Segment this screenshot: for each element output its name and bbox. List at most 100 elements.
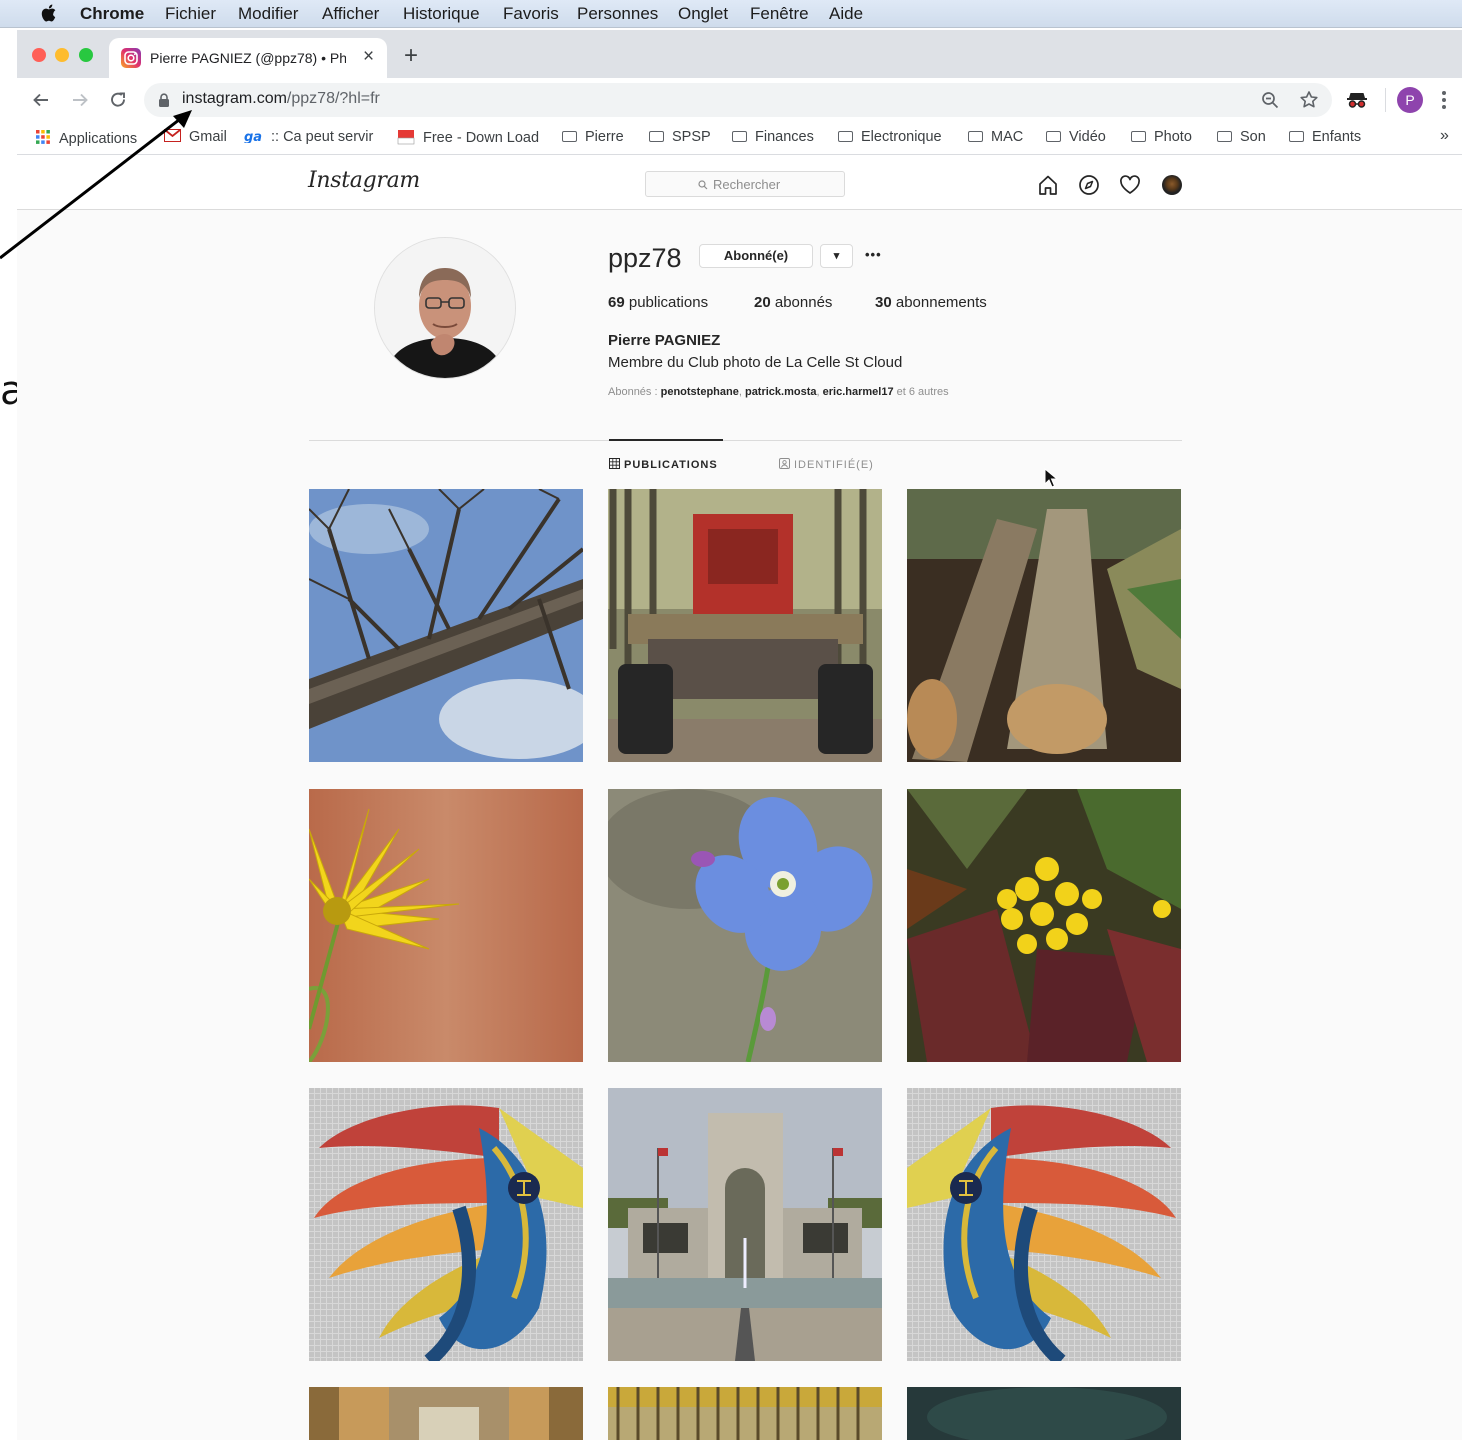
bookmarks-overflow-icon[interactable]: » [1440,127,1449,145]
followed-by-prefix: Abonnés : [608,386,658,398]
bookmark-label: Enfants [1312,129,1362,145]
bookmark-folder-spsp[interactable]: SPSP [649,129,711,145]
followed-by-user-link[interactable]: patrick.mosta [745,386,817,398]
folder-icon [732,131,747,142]
bookmark-folder-son[interactable]: Son [1217,129,1266,145]
post-image [309,789,583,1062]
menu-modifier[interactable]: Modifier [238,4,298,24]
folder-icon [1131,131,1146,142]
menu-personnes[interactable]: Personnes [577,4,658,24]
profile-full-name: Pierre PAGNIEZ [608,332,721,349]
profile-username: ppz78 [608,243,682,273]
user-avatar-icon[interactable] [1162,175,1182,195]
tab-tagged[interactable]: IDENTIFIÉ(E) [779,458,874,471]
chrome-menu-icon[interactable] [1441,90,1447,110]
zoom-icon[interactable] [1261,91,1279,109]
post-image [907,1088,1181,1361]
post-mosaic-headdress-left[interactable] [309,1088,583,1361]
post-blue-flower[interactable] [608,789,882,1062]
followers-count-value: 20 [754,294,771,311]
bookmark-folder-photo[interactable]: Photo [1131,129,1192,145]
tab-instagram-profile[interactable]: Pierre PAGNIEZ (@ppz78) • Ph × [109,38,387,78]
tagged-person-icon [779,458,790,469]
following-count[interactable]: 30 abonnements [875,294,987,311]
folder-icon [1046,131,1061,142]
post-memorial-arch[interactable] [608,1088,882,1361]
post-dark-forest[interactable] [907,1387,1181,1440]
posts-count[interactable]: 69 publications [608,294,708,311]
following-button[interactable]: Abonné(e) [699,244,813,268]
followed-by-user-link[interactable]: eric.harmel17 [823,386,894,398]
more-options-icon[interactable]: ••• [865,247,882,262]
new-tab-icon[interactable]: + [404,44,418,68]
search-input[interactable]: Rechercher [645,171,845,197]
bookmark-ca-peut-servir[interactable]: ga :: Ca peut servir [244,129,373,145]
menu-favoris[interactable]: Favoris [503,4,559,24]
post-image [309,1088,583,1361]
explore-compass-icon[interactable] [1078,174,1100,196]
followers-count-label: abonnés [774,294,833,311]
followers-count[interactable]: 20 abonnés [754,294,832,311]
bookmark-folder-electronique[interactable]: Electronique [838,129,942,145]
menu-aide[interactable]: Aide [829,4,863,24]
bookmark-label: MAC [991,129,1024,145]
profile-picture[interactable] [374,237,516,379]
post-image [309,1387,583,1440]
posts-count-value: 69 [608,294,625,311]
menu-onglet[interactable]: Onglet [678,4,728,24]
post-image [608,1088,882,1361]
heart-activity-icon[interactable] [1119,175,1141,195]
folder-icon [649,131,664,142]
post-interior-hall[interactable] [309,1387,583,1440]
bookmark-label: Photo [1154,129,1192,145]
post-yellow-flower[interactable] [309,789,583,1062]
home-icon[interactable] [1037,174,1059,196]
post-golden-gate[interactable] [608,1387,882,1440]
bookmark-label: SPSP [672,129,711,145]
folder-icon [1289,131,1304,142]
post-mosaic-headdress-right[interactable] [907,1088,1181,1361]
post-image [608,1387,882,1440]
url-path: /ppz78/?hl=fr [286,90,380,107]
post-tree-branches[interactable] [309,489,583,762]
post-image [608,489,882,762]
bookmark-folder-video[interactable]: Vidéo [1046,129,1106,145]
followed-by-suffix[interactable]: et 6 autres [897,386,949,398]
menu-historique[interactable]: Historique [403,4,480,24]
profile-avatar-button[interactable]: P [1397,87,1423,113]
menu-fichier[interactable]: Fichier [165,4,216,24]
close-window-icon[interactable] [32,48,46,62]
browser-window: Pierre PAGNIEZ (@ppz78) • Ph × + instagr… [17,30,1462,1440]
bookmark-star-icon[interactable] [1299,90,1319,110]
free-favicon-icon [397,130,415,145]
post-cut-logs[interactable] [907,489,1181,762]
bookmark-label: Free - Down Load [423,130,540,146]
tab-close-icon[interactable]: × [363,46,374,68]
tab-publications[interactable]: PUBLICATIONS [609,458,718,471]
apple-logo-icon[interactable] [40,3,58,23]
post-image [309,489,583,762]
following-count-value: 30 [875,294,892,311]
bookmark-label: :: Ca peut servir [271,129,374,145]
profile-portrait-image [375,238,515,378]
post-mahonia-flower[interactable] [907,789,1181,1062]
instagram-logo[interactable]: Instagram [308,168,420,193]
bookmark-folder-finances[interactable]: Finances [732,129,814,145]
folder-icon [838,131,853,142]
followed-by-user-link[interactable]: penotstephane [661,386,739,398]
incognito-extension-icon[interactable] [1346,92,1368,108]
bookmark-folder-pierre[interactable]: Pierre [562,129,624,145]
menu-afficher[interactable]: Afficher [322,4,379,24]
bookmark-folder-enfants[interactable]: Enfants [1289,129,1361,145]
tab-strip: Pierre PAGNIEZ (@ppz78) • Ph × + [17,30,1462,78]
bookmark-free-download[interactable]: Free - Down Load [397,129,539,146]
address-bar[interactable]: instagram.com/ppz78/?hl=fr [144,83,1332,117]
folder-icon [1217,131,1232,142]
menu-app-name[interactable]: Chrome [80,4,144,24]
bookmark-folder-mac[interactable]: MAC [968,129,1023,145]
post-red-tractor[interactable] [608,489,882,762]
maximize-window-icon[interactable] [79,48,93,62]
minimize-window-icon[interactable] [55,48,69,62]
suggestions-dropdown-button[interactable]: ▾ [820,244,853,268]
menu-fenetre[interactable]: Fenêtre [750,4,809,24]
